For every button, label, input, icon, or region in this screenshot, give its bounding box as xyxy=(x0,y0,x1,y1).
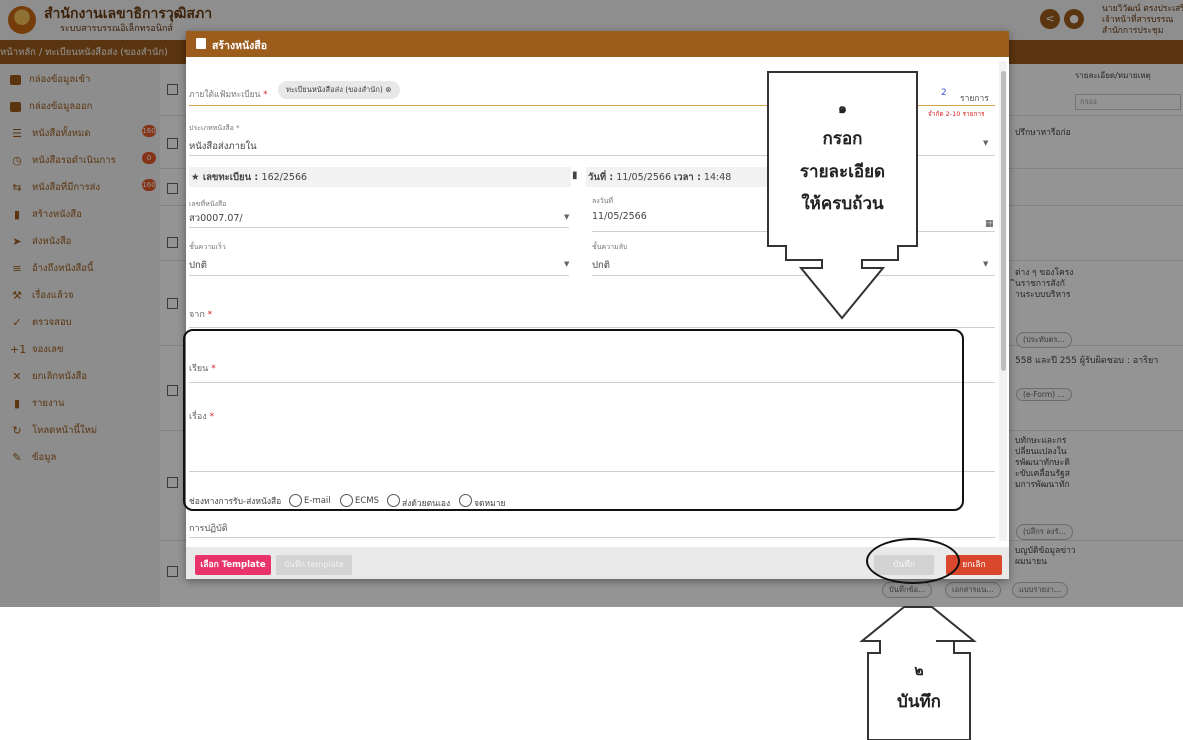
register-label: ภายใต้แฟ้มทะเบียน * xyxy=(189,90,268,100)
chip-remove-icon[interactable]: ⊗ xyxy=(385,85,391,94)
step1-line1: กรอก xyxy=(822,129,863,149)
from-input[interactable] xyxy=(189,327,995,328)
step1-line2: รายละเอียด xyxy=(799,162,886,182)
field-underline xyxy=(189,227,569,228)
items-hint: จำกัด 2-10 รายการ xyxy=(928,110,985,118)
chevron-down-icon[interactable]: ▼ xyxy=(983,139,988,147)
dated-label: ลงวันที่ xyxy=(592,197,614,205)
items-label: รายการ xyxy=(960,94,989,104)
star-icon: ★ xyxy=(191,172,200,183)
field-underline xyxy=(189,275,569,276)
chevron-down-icon[interactable]: ▼ xyxy=(564,260,569,268)
chevron-down-icon[interactable]: ▼ xyxy=(564,213,569,221)
dialog-title: สร้างหนังสือ xyxy=(212,40,268,52)
doc-type-select[interactable]: หนังสือส่งภายใน xyxy=(189,139,257,154)
dated-input[interactable]: 11/05/2566 xyxy=(592,211,647,222)
action-label: การปฏิบัติ xyxy=(189,524,228,534)
calendar-icon[interactable]: ▦ xyxy=(985,219,994,229)
choose-template-button[interactable]: เลือก Template xyxy=(195,555,271,575)
save-template-button[interactable]: บันทึก template xyxy=(276,555,352,575)
step1-number: ๑ xyxy=(838,101,847,117)
secrecy-select[interactable]: ปกติ xyxy=(592,258,610,273)
date-time-row: วันที่ : 11/05/2566 เวลา : 14:48 xyxy=(588,172,732,183)
reg-no-row: ★ เลขทะเบียน : 162/2566 xyxy=(191,172,308,183)
step2-number: ๒ xyxy=(914,663,924,679)
chevron-down-icon[interactable]: ▼ xyxy=(983,260,988,268)
document-icon xyxy=(196,38,206,49)
field-underline xyxy=(189,537,995,538)
step2-line1: บันทึก xyxy=(897,692,941,712)
doc-no-label: เลขที่หนังสือ xyxy=(189,200,227,208)
from-label: จาก * xyxy=(189,310,213,320)
folder-icon[interactable]: ▮ xyxy=(572,170,578,181)
register-chip[interactable]: ทะเบียนหนังสือส่ง (ของสำนัก) ⊗ xyxy=(278,81,400,99)
urgency-label: ชั้นความเร็ว xyxy=(189,243,226,251)
secrecy-label: ชั้นความลับ xyxy=(592,243,628,251)
doc-type-label: ประเภทหนังสือ * xyxy=(189,124,240,132)
dialog-header: สร้างหนังสือ xyxy=(186,31,1009,57)
items-count: 2 xyxy=(941,88,947,98)
highlight-ellipse xyxy=(866,538,960,584)
highlight-frame xyxy=(183,329,964,511)
urgency-select[interactable]: ปกติ xyxy=(189,258,207,273)
doc-no-input[interactable]: สว0007.07/ xyxy=(189,211,243,226)
step1-line3: ให้ครบถ้วน xyxy=(801,194,884,214)
scrollbar-thumb[interactable] xyxy=(1001,71,1006,371)
